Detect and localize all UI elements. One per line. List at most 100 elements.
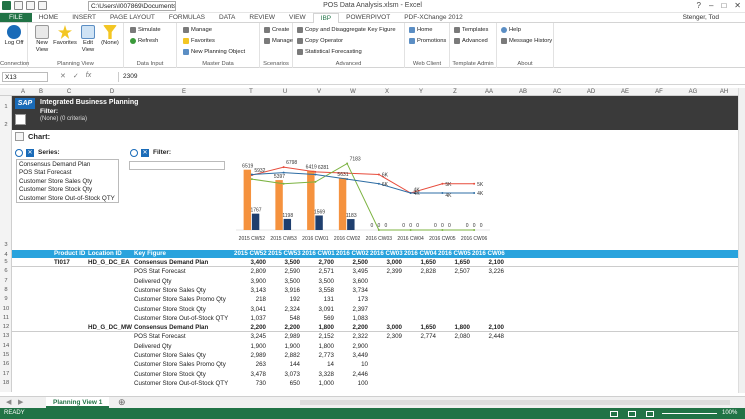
value-cell[interactable]: 2,900	[336, 342, 368, 351]
row-header[interactable]: 11	[0, 314, 12, 323]
column-header-t[interactable]: T	[234, 88, 268, 96]
value-cell[interactable]: 3,073	[268, 370, 300, 379]
value-cell[interactable]: 2,500	[336, 258, 368, 267]
key-figure-cell[interactable]: Delivered Qty	[134, 277, 171, 286]
master-manage-button[interactable]: Manage	[183, 27, 212, 33]
filter-settings-icon-2[interactable]	[130, 149, 138, 157]
check-icon[interactable]: ✓	[73, 72, 79, 80]
value-cell[interactable]: 1,800	[302, 342, 334, 351]
help-button[interactable]: Help	[501, 27, 521, 33]
column-header-c[interactable]: C	[48, 88, 90, 96]
value-cell[interactable]: 2,773	[302, 351, 334, 360]
value-cell[interactable]: 2,507	[438, 267, 470, 276]
series-settings-icon[interactable]	[15, 149, 23, 157]
value-cell[interactable]: 2,100	[472, 323, 504, 332]
value-cell[interactable]: 1,900	[268, 342, 300, 351]
vertical-scrollbar[interactable]	[738, 88, 745, 393]
value-cell[interactable]: 3,478	[234, 370, 266, 379]
row-header[interactable]: 6	[0, 267, 12, 276]
row-header[interactable]: 2	[0, 122, 12, 128]
value-cell[interactable]: 3,245	[234, 332, 266, 341]
key-figure-cell[interactable]: Delivered Qty	[134, 342, 171, 351]
zoom-slider[interactable]	[662, 413, 717, 414]
column-header-w[interactable]: W	[336, 88, 370, 96]
message-history-button[interactable]: Message History	[501, 38, 552, 44]
new-planning-object-button[interactable]: New Planning Object	[183, 49, 245, 55]
row-header[interactable]: 1	[0, 104, 12, 110]
key-figure-cell[interactable]: Customer Store Sales Promo Qty	[134, 295, 226, 304]
row-header[interactable]: 7	[0, 277, 12, 286]
column-header-y[interactable]: Y	[404, 88, 438, 96]
row-header[interactable]: 5	[0, 258, 12, 267]
row-header[interactable]: 14	[0, 342, 12, 351]
value-cell[interactable]: 2,324	[268, 305, 300, 314]
key-figure-cell[interactable]: POS Stat Forecast	[134, 267, 186, 276]
key-figure-cell[interactable]: Customer Store Sales Qty	[134, 351, 206, 360]
formula-input[interactable]: 2309	[118, 72, 738, 82]
value-cell[interactable]: 2,882	[268, 351, 300, 360]
name-box[interactable]: X13	[2, 72, 48, 82]
value-cell[interactable]: 3,500	[268, 258, 300, 267]
key-figure-cell[interactable]: Customer Store Sales Qty	[134, 286, 206, 295]
value-cell[interactable]: 3,900	[234, 277, 266, 286]
value-cell[interactable]: 2,828	[404, 267, 436, 276]
tab-formulas[interactable]: FORMULAS	[162, 13, 212, 22]
row-header[interactable]: 16	[0, 360, 12, 369]
key-figure-cell[interactable]: Customer Store Stock Qty	[134, 305, 206, 314]
scenario-manage-button[interactable]: Manage	[264, 38, 293, 44]
value-cell[interactable]: 2,322	[336, 332, 368, 341]
value-cell[interactable]: 3,500	[302, 277, 334, 286]
location-id-cell[interactable]: HD_G_DC_MW	[88, 323, 132, 332]
column-header-ac[interactable]: AC	[540, 88, 574, 96]
value-cell[interactable]: 2,446	[336, 370, 368, 379]
tab-home[interactable]: HOME	[32, 13, 66, 22]
value-cell[interactable]: 10	[336, 360, 368, 369]
column-header-u[interactable]: U	[268, 88, 302, 96]
key-figure-cell[interactable]: Customer Store Out-of-Stock QTY	[134, 379, 228, 388]
templates-button[interactable]: Templates	[454, 27, 488, 33]
key-figure-cell[interactable]: Consensus Demand Plan	[134, 323, 208, 332]
value-cell[interactable]: 1,900	[234, 342, 266, 351]
page-break-icon[interactable]	[646, 411, 654, 417]
row-header[interactable]: 3	[0, 242, 12, 248]
value-cell[interactable]: 1,650	[438, 258, 470, 267]
series-item[interactable]: POS Stat Forecast	[19, 169, 116, 177]
value-cell[interactable]: 2,100	[472, 258, 504, 267]
location-id-cell[interactable]: HD_G_DC_EA	[88, 258, 130, 267]
value-cell[interactable]: 1,650	[404, 258, 436, 267]
copy-disaggregate-button[interactable]: Copy and Disaggregate Key Figure	[297, 27, 396, 33]
value-cell[interactable]: 100	[336, 379, 368, 388]
tab-page-layout[interactable]: PAGE LAYOUT	[103, 13, 162, 22]
value-cell[interactable]: 2,590	[268, 267, 300, 276]
column-header-e[interactable]: E	[134, 88, 234, 96]
value-cell[interactable]: 1,037	[234, 314, 266, 323]
column-header-z[interactable]: Z	[438, 88, 472, 96]
row-header[interactable]: 8	[0, 286, 12, 295]
value-cell[interactable]: 569	[302, 314, 334, 323]
value-cell[interactable]: 173	[336, 295, 368, 304]
key-figure-cell[interactable]: Consensus Demand Plan	[134, 258, 208, 267]
new-view-button[interactable]: New View	[32, 25, 52, 53]
filter-input[interactable]	[129, 161, 225, 170]
series-item[interactable]: Customer Store Sales Qty	[19, 178, 116, 186]
value-cell[interactable]: 14	[302, 360, 334, 369]
filter-clear-icon[interactable]: ✕	[141, 149, 149, 157]
scenario-create-button[interactable]: Create	[264, 27, 289, 33]
value-cell[interactable]: 263	[234, 360, 266, 369]
column-header-b[interactable]: B	[34, 88, 48, 96]
value-cell[interactable]: 2,448	[472, 332, 504, 341]
column-header-v[interactable]: V	[302, 88, 336, 96]
value-cell[interactable]: 2,200	[234, 323, 266, 332]
page-layout-icon[interactable]	[628, 411, 636, 417]
value-cell[interactable]: 730	[234, 379, 266, 388]
value-cell[interactable]: 3,091	[302, 305, 334, 314]
value-cell[interactable]: 144	[268, 360, 300, 369]
series-item[interactable]: Customer Store Stock Qty	[19, 186, 116, 194]
cancel-icon[interactable]: ✕	[60, 72, 66, 80]
key-figure-cell[interactable]: Customer Store Stock Qty	[134, 370, 206, 379]
master-favorites-button[interactable]: Favorites	[183, 38, 215, 44]
value-cell[interactable]: 1,000	[302, 379, 334, 388]
column-header-af[interactable]: AF	[642, 88, 676, 96]
copy-operator-button[interactable]: Copy Operator	[297, 38, 343, 44]
close-icon[interactable]: ✕	[734, 1, 741, 10]
